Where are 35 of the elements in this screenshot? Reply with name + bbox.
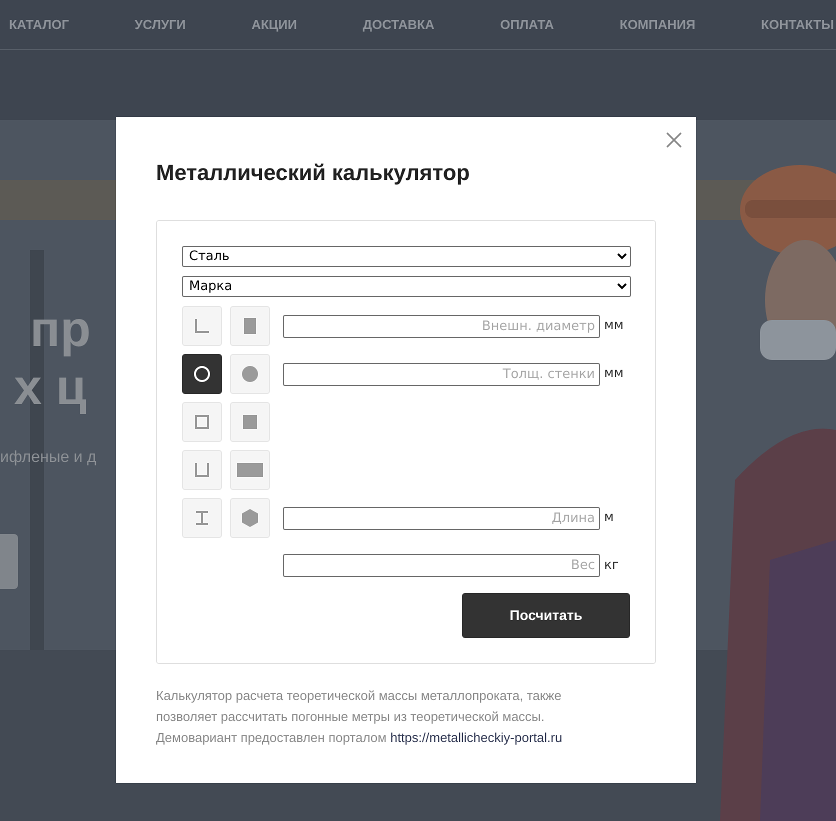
unit-label: м bbox=[604, 509, 614, 528]
unit-label: мм bbox=[604, 317, 624, 336]
ring-icon bbox=[192, 364, 212, 384]
hollow-square-icon bbox=[192, 412, 212, 432]
hero-heading: пр bbox=[29, 300, 92, 358]
nav-link[interactable]: АКЦИИ bbox=[251, 14, 297, 34]
unit-label: кг bbox=[604, 556, 619, 575]
nav-link[interactable]: УСЛУГИ bbox=[134, 14, 186, 34]
nav-link[interactable]: КАТАЛОГ bbox=[9, 14, 69, 34]
angle-profile-icon bbox=[192, 316, 212, 336]
unit-label: мм bbox=[604, 365, 624, 384]
calculate-button[interactable]: Посчитать bbox=[462, 593, 630, 638]
channel-profile-icon bbox=[192, 460, 212, 480]
hero-heading: х ц bbox=[13, 358, 88, 416]
square-icon bbox=[240, 412, 260, 432]
shape-button[interactable] bbox=[182, 354, 222, 394]
close-button[interactable] bbox=[664, 130, 684, 150]
hero-subtitle: ифленые и д bbox=[0, 448, 98, 468]
input-field[interactable]: Толщ. стенки bbox=[283, 362, 600, 386]
input-field[interactable]: Вес bbox=[283, 554, 600, 577]
description-text: Калькулятор расчета теоретической массы металлопроката, также позволяет рассчитать погонные метры из теоретической массы. Демовариант предоставлен порталом https://metallicheckiy-portal.ru bbox=[156, 687, 564, 747]
sheet-icon bbox=[236, 460, 264, 480]
portal-link[interactable]: https://metallicheckiy-portal.ru bbox=[390, 730, 562, 745]
close-icon bbox=[666, 132, 682, 148]
nav-link[interactable]: КОНТАКТЫ bbox=[761, 14, 834, 34]
nav-link[interactable]: ОПЛАТА bbox=[500, 14, 554, 34]
input-field[interactable]: Внешн. диаметр bbox=[283, 314, 600, 338]
dropdown-select[interactable]: Сталь bbox=[182, 246, 631, 267]
nav-link[interactable]: КОМПАНИЯ bbox=[620, 14, 696, 34]
nav-link[interactable]: ДОСТАВКА bbox=[362, 14, 434, 34]
dropdown-select[interactable]: Марка bbox=[182, 276, 631, 297]
input-field[interactable]: Длина bbox=[283, 506, 600, 530]
hexagon-icon bbox=[240, 508, 260, 528]
circle-icon bbox=[240, 364, 260, 384]
dialog-title: Металлический калькулятор bbox=[156, 159, 471, 187]
